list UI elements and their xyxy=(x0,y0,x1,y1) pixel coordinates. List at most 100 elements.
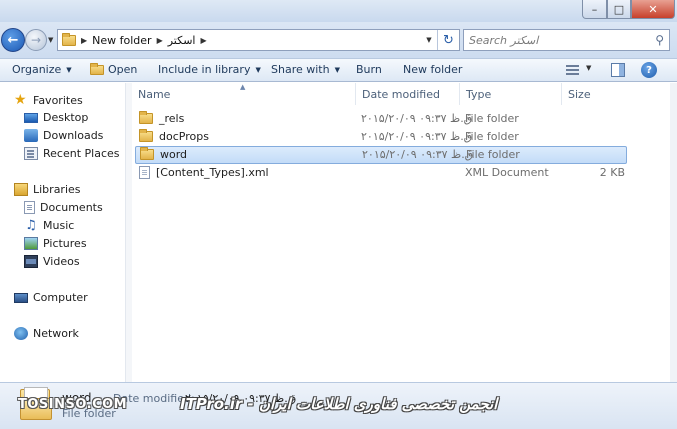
refresh-icon: ↻ xyxy=(443,32,454,48)
sidebar-item-music[interactable]: ♫ Music xyxy=(24,217,74,234)
recent-pages-dropdown[interactable]: ▼ xyxy=(48,36,53,44)
chevron-right-icon[interactable]: ▶ xyxy=(81,36,87,45)
chevron-down-icon: ▼ xyxy=(66,65,72,74)
file-name: [Content_Types].xml xyxy=(156,166,269,179)
column-header-date-modified[interactable]: Date modified xyxy=(356,83,460,105)
file-name-cell: docProps xyxy=(139,129,209,143)
network-icon xyxy=(14,327,28,340)
column-header-label: Name xyxy=(138,87,171,101)
pictures-icon xyxy=(24,237,38,250)
sidebar-item-recent-places[interactable]: Recent Places xyxy=(24,145,120,162)
file-list-scrollbar[interactable] xyxy=(670,83,677,382)
file-row-docprops[interactable]: docProps ۲۰۱۵/۲۰/۰۹ ۰۹:۳۷ ق.ظ File folde… xyxy=(135,128,627,146)
sidebar-item-label: Desktop xyxy=(43,111,89,124)
column-header-label: Type xyxy=(466,87,492,101)
downloads-icon xyxy=(24,129,38,142)
libraries-icon xyxy=(14,183,28,196)
close-icon: ✕ xyxy=(648,2,658,16)
sort-ascending-icon: ▲ xyxy=(240,83,246,91)
address-bar[interactable]: ▶ New folder ▶ اسکتر ▶ ▼ ↻ xyxy=(57,29,460,51)
file-date: ۲۰۱۵/۲۰/۰۹ ۰۹:۳۷ ق.ظ xyxy=(362,148,474,161)
maximize-button[interactable]: □ xyxy=(607,0,631,19)
sidebar-item-libraries[interactable]: Libraries xyxy=(14,181,81,198)
sidebar-item-label: Network xyxy=(33,327,79,340)
share-with-label: Share with xyxy=(271,63,330,76)
file-name-cell: [Content_Types].xml xyxy=(139,166,269,179)
file-date: ۲۰۱۵/۲۰/۰۹ ۰۹:۳۷ ق.ظ xyxy=(361,130,473,143)
close-button[interactable]: ✕ xyxy=(631,0,675,19)
file-row-word[interactable]: word ۲۰۱۵/۲۰/۰۹ ۰۹:۳۷ ق.ظ File folder xyxy=(135,146,627,164)
file-type: File folder xyxy=(466,148,520,161)
share-with-button[interactable]: Share with ▼ xyxy=(271,63,340,76)
folder-icon xyxy=(140,147,154,160)
watermark-tosinso: TOSINSO.COM xyxy=(18,397,128,412)
sidebar-item-desktop[interactable]: Desktop xyxy=(24,109,88,126)
documents-icon xyxy=(24,201,35,214)
sidebar-item-documents[interactable]: Documents xyxy=(24,199,103,216)
sidebar-item-downloads[interactable]: Downloads xyxy=(24,127,103,144)
forward-button[interactable]: → xyxy=(25,29,47,51)
sidebar-item-label: Libraries xyxy=(33,183,81,196)
search-input[interactable]: Search اسکتر ⚲ xyxy=(463,29,670,51)
view-options-icon[interactable] xyxy=(566,65,579,75)
file-row-rels[interactable]: _rels ۲۰۱۵/۲۰/۰۹ ۰۹:۳۷ ق.ظ File folder xyxy=(135,110,627,128)
back-button[interactable]: ← xyxy=(1,28,25,52)
help-icon[interactable]: ? xyxy=(641,62,657,78)
folder-icon xyxy=(139,129,153,142)
open-folder-icon xyxy=(90,62,104,75)
chevron-down-icon: ▼ xyxy=(255,65,261,74)
organize-button[interactable]: Organize ▼ xyxy=(12,63,72,76)
sidebar-item-label: Videos xyxy=(43,255,80,268)
search-icon[interactable]: ⚲ xyxy=(655,33,664,47)
navigation-pane: ★ Favorites Desktop Downloads Recent Pla… xyxy=(0,83,126,382)
folder-icon xyxy=(139,111,153,124)
chevron-right-icon[interactable]: ▶ xyxy=(200,36,206,45)
file-name: docProps xyxy=(159,130,209,143)
organize-label: Organize xyxy=(12,63,62,76)
address-history-dropdown[interactable]: ▼ xyxy=(421,36,437,44)
column-header-label: Size xyxy=(568,87,591,101)
file-type: XML Document xyxy=(465,166,549,179)
title-bar: – □ ✕ xyxy=(0,0,677,22)
command-bar: Organize ▼ Open Include in library ▼ Share… xyxy=(0,58,677,82)
burn-button[interactable]: Burn xyxy=(356,63,382,76)
column-header-size[interactable]: Size xyxy=(562,83,632,105)
computer-icon xyxy=(14,292,28,303)
file-row-content-types[interactable]: [Content_Types].xml XML Document 2 KB xyxy=(135,164,627,182)
file-name: word xyxy=(160,148,188,161)
file-type: File folder xyxy=(465,112,519,125)
sidebar-item-label: Favorites xyxy=(33,94,83,107)
sidebar-item-network[interactable]: Network xyxy=(14,325,79,342)
sidebar-item-label: Documents xyxy=(40,201,103,214)
arrow-right-icon: → xyxy=(30,33,42,47)
column-header-type[interactable]: Type xyxy=(460,83,562,105)
file-list: Name ▲ Date modified Type Size _rels ۲۰۱… xyxy=(132,83,670,382)
file-name: _rels xyxy=(159,112,185,125)
sidebar-item-pictures[interactable]: Pictures xyxy=(24,235,87,252)
sidebar-item-label: Pictures xyxy=(43,237,87,250)
breadcrumb-new-folder[interactable]: New folder xyxy=(92,34,151,47)
chevron-right-icon[interactable]: ▶ xyxy=(157,36,163,45)
file-name-cell: word xyxy=(140,147,188,161)
file-size: 2 KB xyxy=(599,166,625,179)
sidebar-item-favorites[interactable]: ★ Favorites xyxy=(14,92,83,109)
recent-places-icon xyxy=(24,147,38,160)
open-label: Open xyxy=(108,63,138,76)
open-button[interactable]: Open xyxy=(90,62,138,76)
xml-file-icon xyxy=(139,166,150,179)
watermark-itpro: ITPro.ir - انجمن تخصصی فناوری اطلاعات ای… xyxy=(180,395,498,413)
minimize-button[interactable]: – xyxy=(582,0,607,19)
include-in-library-label: Include in library xyxy=(158,63,251,76)
breadcrumb-current-folder[interactable]: اسکتر xyxy=(168,34,196,47)
arrow-left-icon: ← xyxy=(7,32,19,48)
sidebar-item-videos[interactable]: Videos xyxy=(24,253,80,270)
new-folder-label: New folder xyxy=(403,63,463,76)
new-folder-button[interactable]: New folder xyxy=(403,63,462,76)
preview-pane-icon[interactable] xyxy=(611,63,625,77)
sidebar-item-computer[interactable]: Computer xyxy=(14,289,88,306)
include-in-library-button[interactable]: Include in library ▼ xyxy=(158,63,261,76)
file-type: File folder xyxy=(465,130,519,143)
view-options-dropdown[interactable]: ▼ xyxy=(586,64,591,72)
file-date: ۲۰۱۵/۲۰/۰۹ ۰۹:۳۷ ق.ظ xyxy=(361,112,473,125)
refresh-button[interactable]: ↻ xyxy=(437,30,459,50)
